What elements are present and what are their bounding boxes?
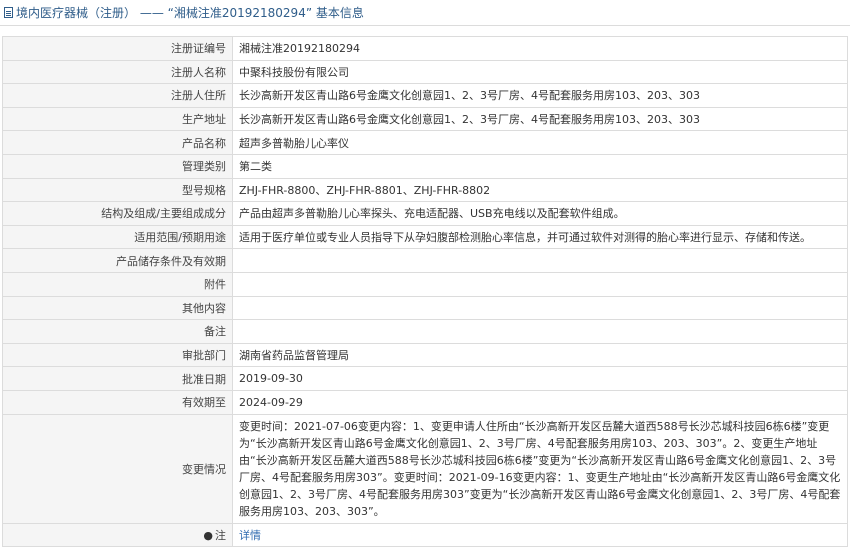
row-value: 中聚科技股份有限公司 xyxy=(232,59,848,85)
row-value: 湘械注准20192180294 xyxy=(232,36,848,61)
row-value: 第二类 xyxy=(232,153,848,179)
note-label-cell: ● 注 xyxy=(2,522,233,547)
row-label: 管理类别 xyxy=(2,153,233,179)
row-value: 2024-09-29 xyxy=(232,389,848,415)
row-label: 适用范围/预期用途 xyxy=(2,224,233,250)
table-row: 有效期至 2024-09-29 xyxy=(2,389,848,415)
row-label: 型号规格 xyxy=(2,177,233,203)
table-row: 审批部门 湖南省药品监督管理局 xyxy=(2,342,848,368)
row-value xyxy=(232,248,848,273)
table-row: 批准日期 2019-09-30 xyxy=(2,366,848,391)
info-table-container: 注册证编号 湘械注准20192180294 注册人名称 中聚科技股份有限公司 注册人… xyxy=(0,26,850,547)
change-history-row: 变更情况 变更时间：2021-07-06变更内容：1、变更申请人住所由“长沙高新… xyxy=(2,413,848,524)
table-row: 管理类别 第二类 xyxy=(2,153,848,179)
row-value: 超声多普勒胎儿心率仪 xyxy=(232,130,848,155)
row-value xyxy=(232,319,848,344)
table-row: 备注 xyxy=(2,319,848,344)
table-row: 其他内容 xyxy=(2,295,848,321)
pin-icon: ● xyxy=(203,528,213,542)
row-label: 备注 xyxy=(2,319,233,344)
table-row: 型号规格 ZHJ-FHR-8800、ZHJ-FHR-8801、ZHJ-FHR-88… xyxy=(2,177,848,203)
row-value: 适用于医疗单位或专业人员指导下从孕妇腹部检测胎心率信息，并可通过软件对测得的胎心… xyxy=(232,224,848,250)
change-history-label: 变更情况 xyxy=(2,413,233,524)
table-row: 适用范围/预期用途 适用于医疗单位或专业人员指导下从孕妇腹部检测胎心率信息，并可通… xyxy=(2,224,848,250)
table-row: 产品储存条件及有效期 xyxy=(2,248,848,273)
row-value xyxy=(232,271,848,297)
note-value-cell: 详情 xyxy=(232,522,848,547)
row-value: 2019-09-30 xyxy=(232,366,848,391)
page-header: 境内医疗器械（注册） —— “湘械注准20192180294” 基本信息 xyxy=(0,0,850,26)
row-label: 产品储存条件及有效期 xyxy=(2,248,233,273)
row-label: 附件 xyxy=(2,271,233,297)
note-row: ● 注 详情 xyxy=(2,522,848,547)
row-value: 长沙高新开发区青山路6号金鹰文化创意园1、2、3号厂房、4号配套服务用房103、… xyxy=(232,83,848,108)
row-label: 注册人名称 xyxy=(2,59,233,85)
row-label: 结构及组成/主要组成成分 xyxy=(2,201,233,226)
row-value: ZHJ-FHR-8800、ZHJ-FHR-8801、ZHJ-FHR-8802 xyxy=(232,177,848,203)
document-icon xyxy=(4,7,13,18)
row-label: 审批部门 xyxy=(2,342,233,368)
table-row: 生产地址 长沙高新开发区青山路6号金鹰文化创意园1、2、3号厂房、4号配套服务用房… xyxy=(2,106,848,132)
table-row: 附件 xyxy=(2,271,848,297)
note-label: 注 xyxy=(215,528,226,542)
change-history-text: 变更时间：2021-07-06变更内容：1、变更申请人住所由“长沙高新开发区岳麓… xyxy=(232,413,848,524)
row-value: 产品由超声多普勒胎儿心率探头、充电适配器、USB充电线以及配套软件组成。 xyxy=(232,201,848,226)
table-row: 注册人住所 长沙高新开发区青山路6号金鹰文化创意园1、2、3号厂房、4号配套服务用… xyxy=(2,83,848,108)
row-label: 注册人住所 xyxy=(2,83,233,108)
table-row: 注册人名称 中聚科技股份有限公司 xyxy=(2,59,848,85)
page-title: 境内医疗器械（注册） —— “湘械注准20192180294” 基本信息 xyxy=(16,6,364,20)
row-label: 批准日期 xyxy=(2,366,233,391)
row-value: 湖南省药品监督管理局 xyxy=(232,342,848,368)
row-label: 生产地址 xyxy=(2,106,233,132)
row-label: 注册证编号 xyxy=(2,36,233,61)
row-value xyxy=(232,295,848,321)
row-label: 有效期至 xyxy=(2,389,233,415)
details-link[interactable]: 详情 xyxy=(239,529,261,542)
row-label: 其他内容 xyxy=(2,295,233,321)
row-value: 长沙高新开发区青山路6号金鹰文化创意园1、2、3号厂房、4号配套服务用房103、… xyxy=(232,106,848,132)
table-row: 结构及组成/主要组成成分 产品由超声多普勒胎儿心率探头、充电适配器、USB充电线以… xyxy=(2,201,848,226)
row-label: 产品名称 xyxy=(2,130,233,155)
info-table: 注册证编号 湘械注准20192180294 注册人名称 中聚科技股份有限公司 注册人… xyxy=(2,36,848,547)
table-row: 注册证编号 湘械注准20192180294 xyxy=(2,36,848,61)
table-row: 产品名称 超声多普勒胎儿心率仪 xyxy=(2,130,848,155)
